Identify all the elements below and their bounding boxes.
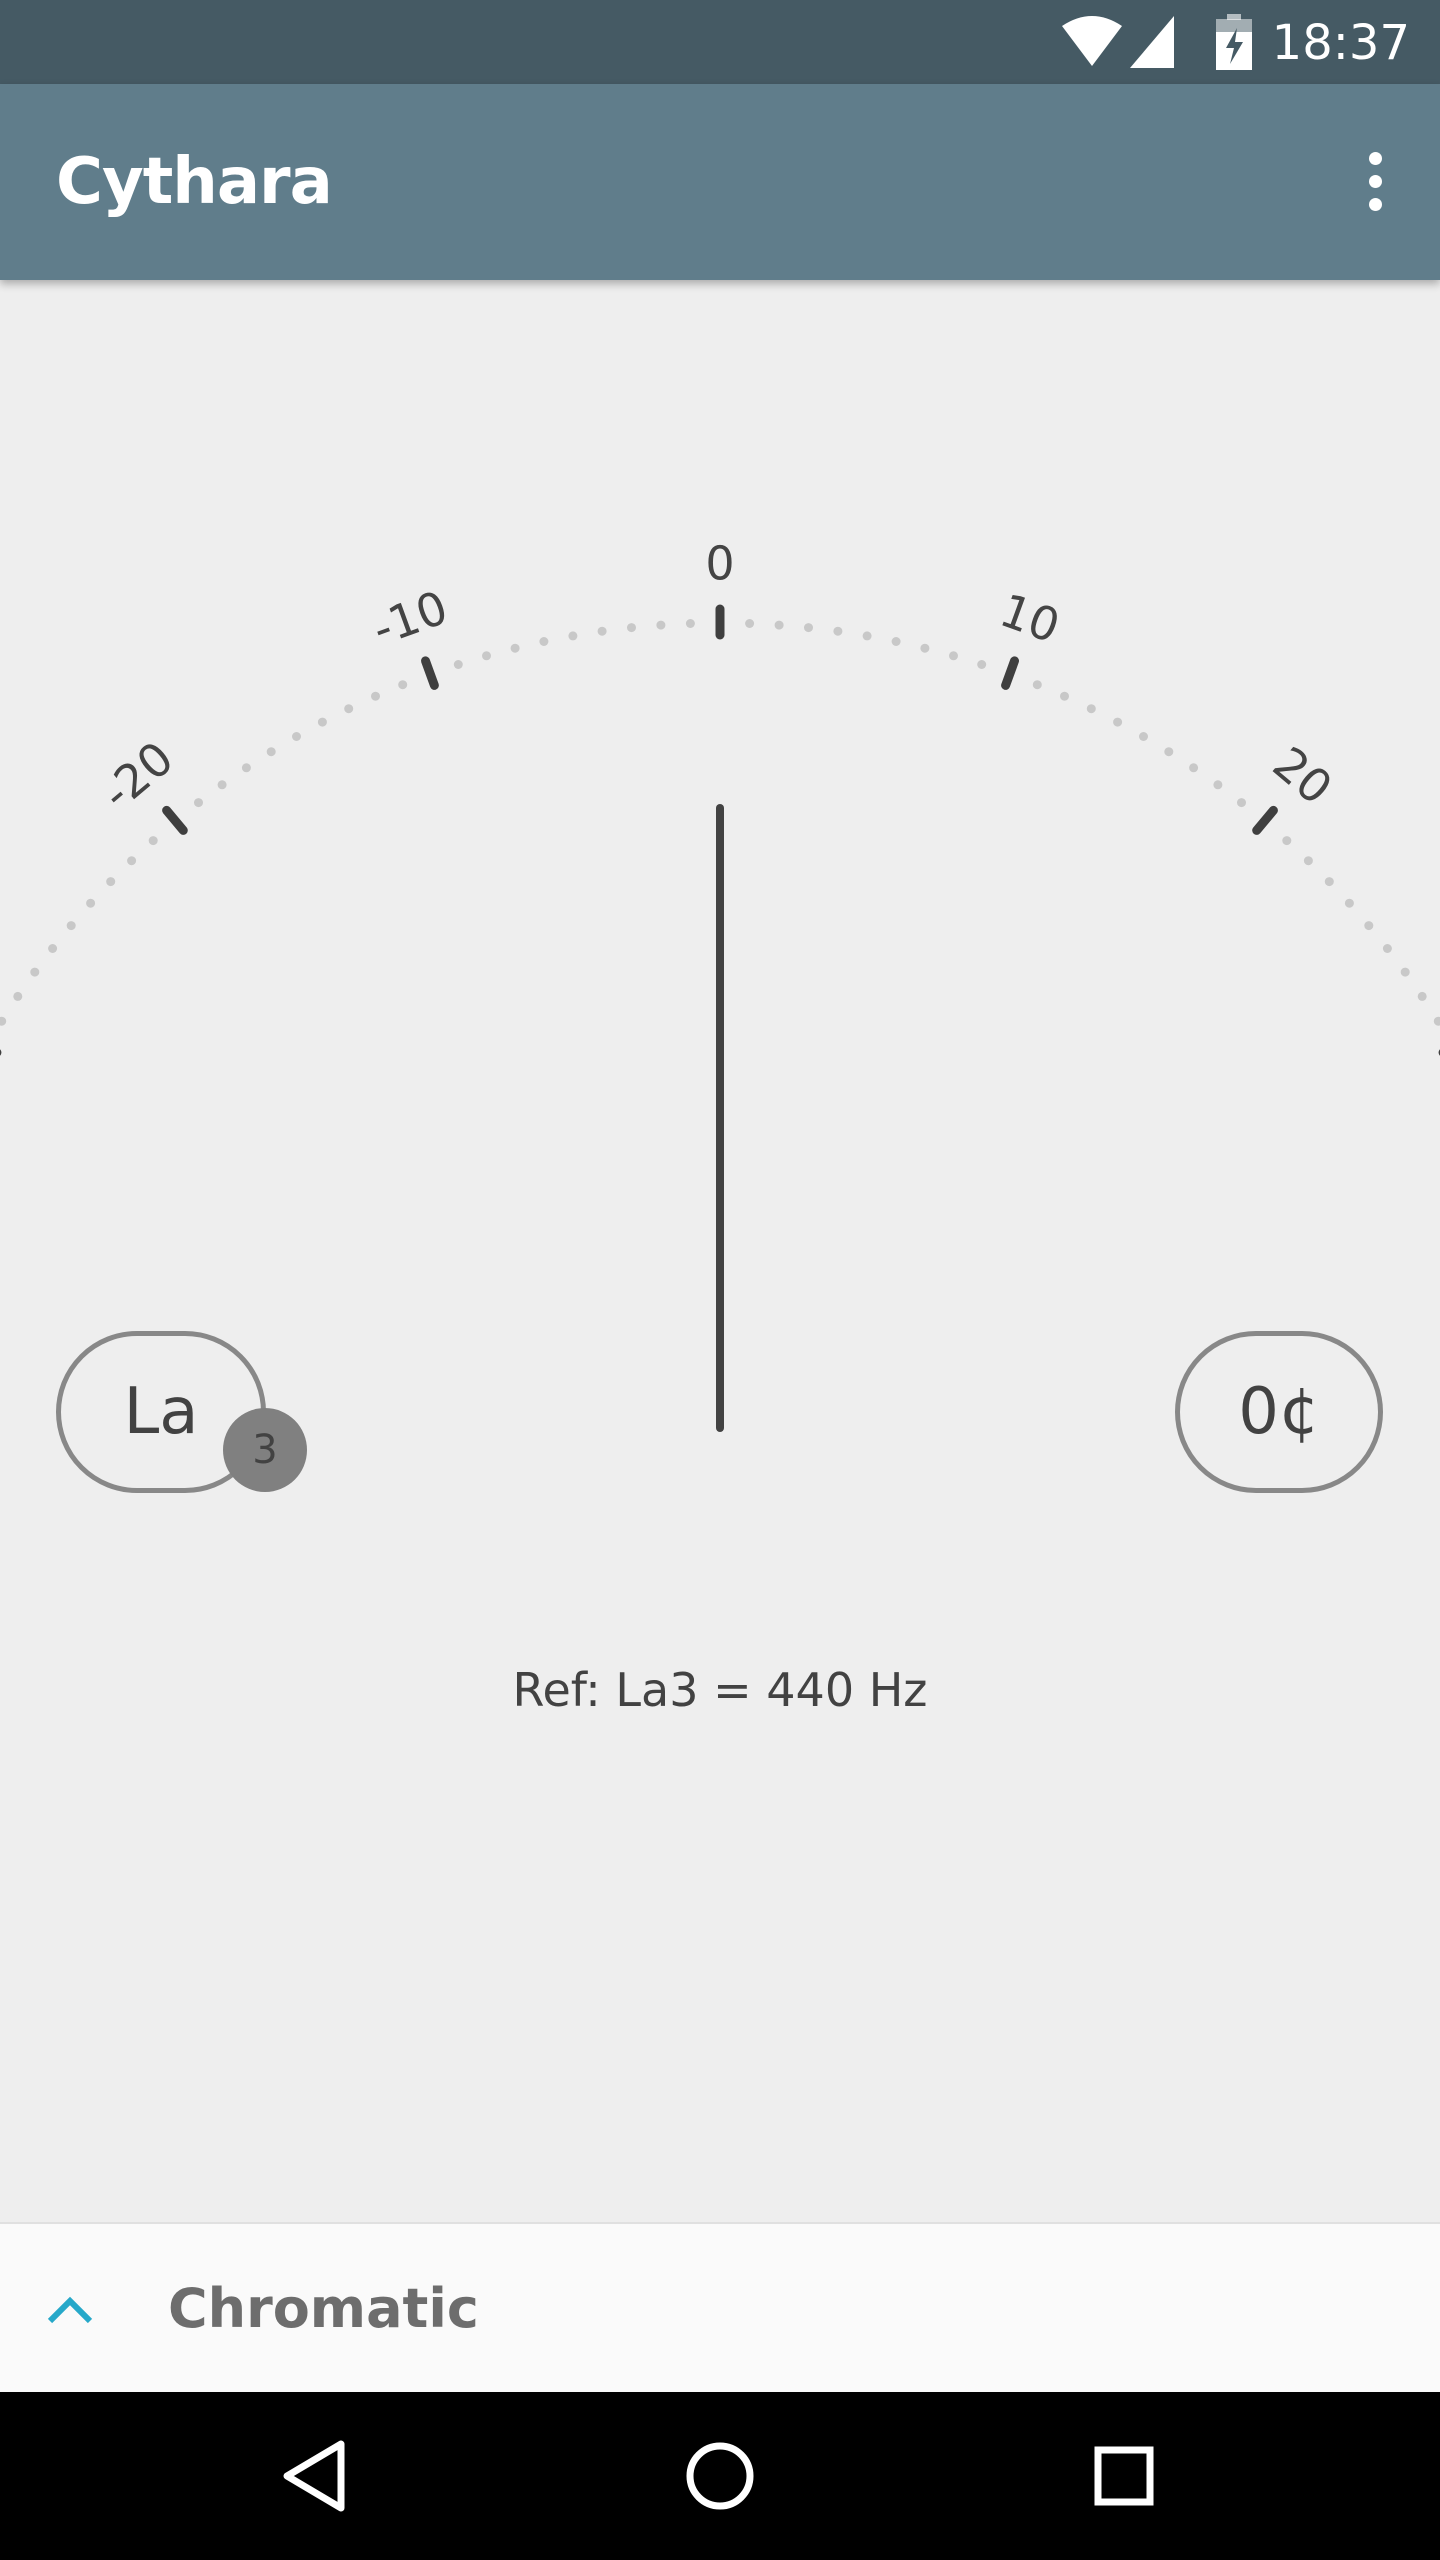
gauge-dot [66,921,76,931]
gauge-dot [1086,704,1096,714]
app-title: Cythara [56,145,333,219]
gauge-dot [539,637,549,646]
gauge-dot [30,967,40,977]
gauge-tick [1001,656,1019,690]
gauge-dot [597,626,607,636]
gauge-dot [86,898,96,908]
gauge-dot [920,643,930,653]
gauge-dot [292,732,301,741]
gauge-dot [774,620,784,630]
gauge-dot [344,704,354,714]
gauge-label: 20 [1263,736,1343,815]
more-vert-icon[interactable] [1350,142,1400,222]
gauge-dot [1400,967,1410,977]
gauge-dot [1164,747,1174,757]
gauge-dot [371,691,380,701]
gauge-dot [510,643,520,653]
gauge-label: -10 [365,580,454,656]
gauge-dot [1303,856,1313,866]
gauge-dot [1433,1016,1440,1026]
gauge-dot [48,944,58,953]
gauge-dot [453,660,463,669]
gauge-dot [1344,898,1354,908]
gauge-dot [862,631,872,641]
gauge-dot [148,836,158,846]
gauge-dot [1189,763,1199,773]
gauge-dot [656,620,666,630]
gauge-dot [0,1016,7,1026]
gauge-label: 0 [705,537,734,591]
gauge-dot [106,877,116,887]
gauge-dot [1113,717,1123,727]
gauge-label: -20 [91,731,183,821]
gauge-dot [482,651,491,661]
gauge-dot [217,780,227,790]
gauge-dot [833,626,843,636]
gauge-dot [745,619,755,628]
gauge-dot [398,680,408,690]
gauge-tick [1252,805,1278,835]
gauge-label: 10 [993,583,1066,654]
gauge-dot [1382,944,1392,953]
gauge-dot [1364,921,1374,931]
gauge-dot [317,717,327,727]
gauge-dot [266,747,276,757]
app-bar: Cythara [0,84,1440,280]
gauge-tick [421,656,439,690]
gauge-dot [194,798,203,808]
gauge-dot [685,619,695,628]
gauge-dot [891,637,901,646]
gauge-dot [977,660,987,669]
gauge-dot [1060,691,1069,701]
tuner-gauge: -30-20-100102030 [0,537,1440,1432]
gauge-dot [1032,680,1042,690]
gauge-dot [949,651,958,661]
gauge-dot [1417,991,1427,1001]
gauge-dot [627,623,636,633]
gauge-dot [127,856,137,866]
gauge-dot [1282,836,1292,846]
gauge-dot [241,763,251,773]
gauge-dot [804,623,813,633]
gauge-dot [1237,798,1246,808]
gauge-dot [13,991,23,1001]
gauge-dot [1213,780,1223,790]
gauge-dot [568,631,578,641]
gauge-tick [162,805,188,835]
gauge-dot [1324,877,1334,887]
gauge-dot [1139,732,1148,741]
